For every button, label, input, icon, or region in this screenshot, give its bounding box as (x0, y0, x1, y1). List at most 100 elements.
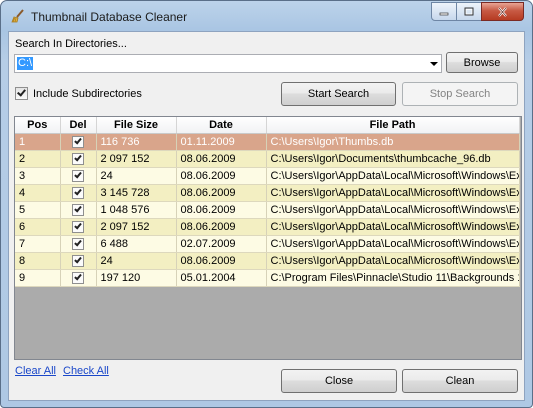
table-row[interactable]: 9 197 120 05.01.2004 C:\Program Files\Pinna… (15, 269, 520, 287)
title-bar[interactable]: Thumbnail Database Cleaner (1, 1, 532, 31)
cell-pos: 9 (15, 269, 61, 287)
table-row[interactable]: 1 116 736 01.11.2009 C:\Users\Igor\Thumbs.d… (15, 133, 520, 151)
table-row[interactable]: 4 3 145 728 08.06.2009 C:\Users\Igor\AppDat… (15, 184, 520, 202)
cell-del (60, 235, 97, 253)
cell-file-path: C:\Users\Igor\AppData\Local\Microsoft\Wi… (266, 218, 520, 236)
dropdown-arrow-icon[interactable] (430, 62, 438, 66)
cell-del (60, 133, 97, 151)
cell-file-path: C:\Program Files\Pinnacle\Studio 11\Back… (266, 269, 520, 287)
checkmark-icon (17, 87, 26, 97)
delete-checkbox[interactable] (72, 186, 84, 199)
cell-file-size: 24 (96, 252, 177, 270)
cell-pos: 6 (15, 218, 61, 236)
table-row[interactable]: 3 24 08.06.2009 C:\Users\Igor\AppData\Local… (15, 167, 520, 185)
table-row[interactable]: 7 6 488 02.07.2009 C:\Users\Igor\AppData\Lo… (15, 235, 520, 253)
close-icon (498, 6, 507, 17)
cell-pos: 1 (15, 133, 61, 151)
delete-checkbox[interactable] (72, 220, 84, 233)
clear-all-link[interactable]: Clear All (15, 365, 56, 377)
maximize-icon (464, 7, 474, 16)
delete-checkbox[interactable] (72, 271, 84, 284)
cell-date: 08.06.2009 (176, 150, 267, 168)
checkmark-icon (74, 187, 82, 196)
table-header-row: Pos Del File Size Date File Path (15, 117, 520, 134)
cell-file-size: 2 097 152 (96, 150, 177, 168)
table-row[interactable]: 5 1 048 576 08.06.2009 C:\Users\Igor\AppDat… (15, 201, 520, 219)
cell-file-path: C:\Users\Igor\Documents\thumbcache_96.db (266, 150, 520, 168)
column-header-del[interactable]: Del (60, 117, 97, 134)
cell-date: 05.01.2004 (176, 269, 267, 287)
search-directories-label: Search In Directories... (15, 38, 127, 50)
cell-date: 02.07.2009 (176, 235, 267, 253)
minimize-icon (439, 12, 449, 15)
window-title: Thumbnail Database Cleaner (31, 10, 188, 24)
checkmark-icon (74, 153, 82, 162)
cell-file-size: 1 048 576 (96, 201, 177, 219)
table-row[interactable]: 8 24 08.06.2009 C:\Users\Igor\AppData\Local… (15, 252, 520, 270)
results-grid[interactable]: Pos Del File Size Date File Path 1 116 73… (14, 116, 522, 360)
cell-date: 01.11.2009 (176, 133, 267, 151)
cell-pos: 2 (15, 150, 61, 168)
column-header-file-path[interactable]: File Path (266, 117, 520, 134)
cell-file-size: 24 (96, 167, 177, 185)
start-search-button[interactable]: Start Search (281, 82, 396, 106)
cell-del (60, 201, 97, 219)
cell-pos: 7 (15, 235, 61, 253)
cell-date: 08.06.2009 (176, 218, 267, 236)
cell-file-path: C:\Users\Igor\AppData\Local\Microsoft\Wi… (266, 201, 520, 219)
cell-date: 08.06.2009 (176, 184, 267, 202)
cell-pos: 4 (15, 184, 61, 202)
browse-button[interactable]: Browse (446, 52, 518, 73)
delete-checkbox[interactable] (72, 203, 84, 216)
checkmark-icon (74, 221, 82, 230)
cell-date: 08.06.2009 (176, 252, 267, 270)
delete-checkbox[interactable] (72, 152, 84, 165)
dialog-client-area: Search In Directories... C:\ Browse Incl… (8, 31, 525, 401)
check-all-link[interactable]: Check All (63, 365, 109, 377)
table-row[interactable]: 6 2 097 152 08.06.2009 C:\Users\Igor\AppDat… (15, 218, 520, 236)
cell-del (60, 184, 97, 202)
column-header-date[interactable]: Date (176, 117, 267, 134)
close-window-button[interactable] (481, 2, 524, 21)
delete-checkbox[interactable] (72, 254, 84, 267)
stop-search-button[interactable]: Stop Search (402, 82, 518, 106)
cell-del (60, 167, 97, 185)
cell-del (60, 150, 97, 168)
maximize-button[interactable] (456, 2, 482, 21)
include-subdirectories-label: Include Subdirectories (33, 88, 142, 100)
directory-path-value[interactable]: C:\ (17, 57, 34, 70)
cell-date: 08.06.2009 (176, 201, 267, 219)
delete-checkbox[interactable] (72, 169, 84, 182)
include-subdirectories-checkbox[interactable] (15, 87, 28, 100)
column-header-pos[interactable]: Pos (15, 117, 61, 134)
cell-file-path: C:\Users\Igor\AppData\Local\Microsoft\Wi… (266, 235, 520, 253)
broom-app-icon (11, 9, 24, 23)
cell-pos: 3 (15, 167, 61, 185)
cell-pos: 8 (15, 252, 61, 270)
checkmark-icon (74, 204, 82, 213)
clean-button[interactable]: Clean (402, 369, 518, 393)
cell-del (60, 218, 97, 236)
cell-del (60, 252, 97, 270)
cell-pos: 5 (15, 201, 61, 219)
cell-file-size: 6 488 (96, 235, 177, 253)
column-header-file-size[interactable]: File Size (96, 117, 177, 134)
cell-date: 08.06.2009 (176, 167, 267, 185)
checkmark-icon (74, 136, 82, 145)
delete-checkbox[interactable] (72, 237, 84, 250)
checkmark-icon (74, 238, 82, 247)
cell-file-path: C:\Users\Igor\AppData\Local\Microsoft\Wi… (266, 252, 520, 270)
cell-file-path: C:\Users\Igor\AppData\Local\Microsoft\Wi… (266, 184, 520, 202)
results-table: Pos Del File Size Date File Path 1 116 73… (15, 117, 520, 287)
checkmark-icon (74, 170, 82, 179)
cell-file-size: 3 145 728 (96, 184, 177, 202)
minimize-button[interactable] (431, 2, 457, 21)
window-controls (431, 2, 524, 21)
checkmark-icon (74, 272, 82, 281)
table-body: 1 116 736 01.11.2009 C:\Users\Igor\Thumbs.d… (15, 133, 520, 287)
table-row[interactable]: 2 2 097 152 08.06.2009 C:\Users\Igor\Docume… (15, 150, 520, 168)
delete-checkbox[interactable] (72, 135, 84, 148)
cell-file-size: 116 736 (96, 133, 177, 151)
directory-combobox[interactable]: C:\ (14, 54, 442, 73)
close-button[interactable]: Close (281, 369, 397, 393)
